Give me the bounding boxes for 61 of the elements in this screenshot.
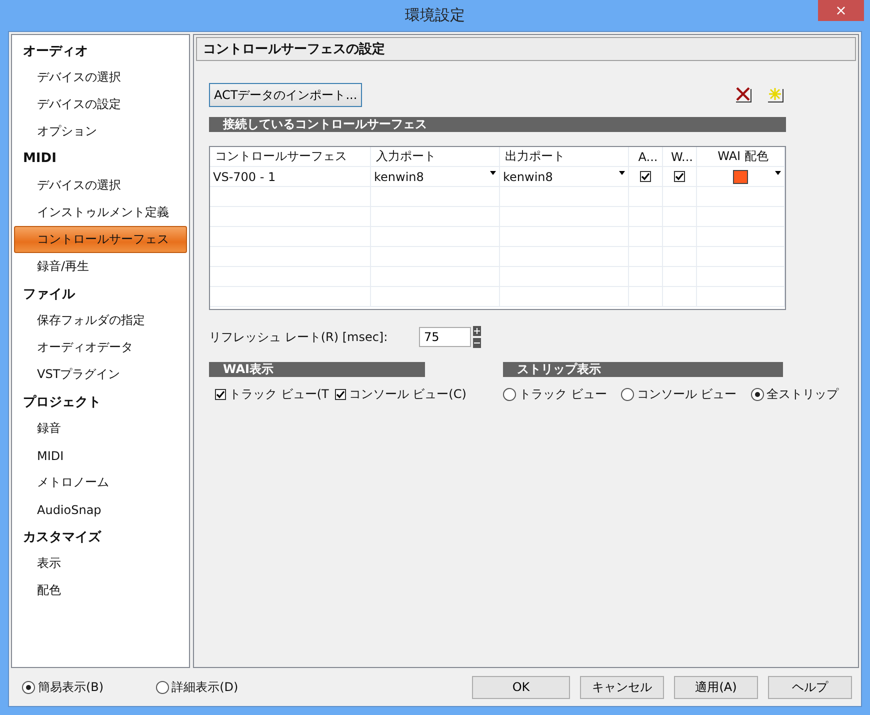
radio-label: 全ストリップ [766, 386, 839, 403]
sidebar-category[interactable]: プロジェクト [14, 388, 187, 415]
radio-label: 簡易表示(B) [38, 678, 104, 696]
import-button[interactable]: ACTデータのインポート... [209, 83, 362, 107]
sidebar-category[interactable]: カスタマイズ [14, 523, 187, 550]
sidebar-item[interactable]: デバイスの選択 [14, 172, 187, 199]
column-header[interactable]: 出力ポート [500, 147, 629, 166]
column-header[interactable]: コントロールサーフェス [210, 147, 371, 166]
color-swatch[interactable] [733, 170, 748, 184]
window-title: 環境設定 [405, 6, 465, 25]
checkbox[interactable] [334, 389, 346, 400]
sidebar-item[interactable]: 録音/再生 [14, 253, 187, 280]
refresh-rate-field[interactable]: 75 [419, 327, 471, 347]
dialog-button[interactable]: OK [472, 676, 570, 698]
section-header: WAI表示 [209, 362, 425, 377]
column-header[interactable]: WAI 配色 [697, 147, 785, 166]
column-header[interactable]: A... [629, 147, 663, 166]
sidebar-item[interactable]: コントロールサーフェス [14, 226, 187, 253]
sidebar-item[interactable]: メトロノーム [14, 469, 187, 496]
radio-label: コンソール ビュー [636, 386, 737, 403]
panel-title: コントロールサーフェスの設定 [196, 37, 856, 61]
sidebar-item[interactable]: オプション [14, 118, 187, 145]
sidebar-item[interactable]: デバイスの選択 [14, 64, 187, 91]
sidebar-item[interactable]: デバイスの設定 [14, 91, 187, 118]
table-cell: VS-700 - 1 [210, 167, 371, 186]
dialog-button[interactable]: キャンセル [580, 676, 664, 698]
sidebar-item[interactable]: AudioSnap [14, 496, 187, 523]
input-port-dropdown[interactable]: kenwin8 [371, 167, 500, 186]
sidebar-category[interactable]: MIDI [14, 145, 187, 172]
radio-label: 詳細表示(D) [172, 678, 238, 696]
radio-button[interactable] [156, 680, 169, 694]
sidebar-item[interactable]: オーディオデータ [14, 334, 187, 361]
sidebar-item[interactable]: VSTプラグイン [14, 361, 187, 388]
section-header: 接続しているコントロールサーフェス [209, 117, 786, 132]
checkbox-label: トラック ビュー(T [229, 386, 329, 403]
sidebar-item[interactable]: インストゥルメント定義 [14, 199, 187, 226]
sidebar-item[interactable]: 録音 [14, 415, 187, 442]
checkbox[interactable] [674, 171, 685, 182]
sidebar-item[interactable]: 保存フォルダの指定 [14, 307, 187, 334]
close-button[interactable]: × [818, 0, 864, 21]
radio-label: トラック ビュー [519, 386, 607, 403]
sidebar-item[interactable]: 配色 [14, 577, 187, 604]
column-header[interactable]: 入力ポート [371, 147, 500, 166]
checkbox-label: コンソール ビュー(C) [348, 386, 466, 403]
spinner-icon[interactable] [473, 326, 481, 348]
dialog-button[interactable]: 適用(A) [674, 676, 758, 698]
radio-button[interactable] [750, 388, 764, 401]
sidebar-category[interactable]: オーディオ [14, 37, 187, 64]
section-header: ストリップ表示 [503, 362, 783, 377]
column-header[interactable]: W... [663, 147, 697, 166]
sidebar-item[interactable]: MIDI [14, 442, 187, 469]
checkbox[interactable] [215, 389, 226, 400]
dialog-button[interactable]: ヘルプ [768, 676, 852, 698]
output-port-dropdown[interactable]: kenwin8 [500, 167, 629, 186]
sidebar-item[interactable]: 表示 [14, 550, 187, 577]
radio-button[interactable] [22, 680, 35, 694]
refresh-rate-label: リフレッシュ レート(R) [msec]: [209, 328, 389, 346]
checkbox[interactable] [640, 171, 651, 182]
radio-button[interactable] [620, 388, 634, 401]
radio-button[interactable] [503, 388, 516, 401]
sidebar-category[interactable]: ファイル [14, 280, 187, 307]
